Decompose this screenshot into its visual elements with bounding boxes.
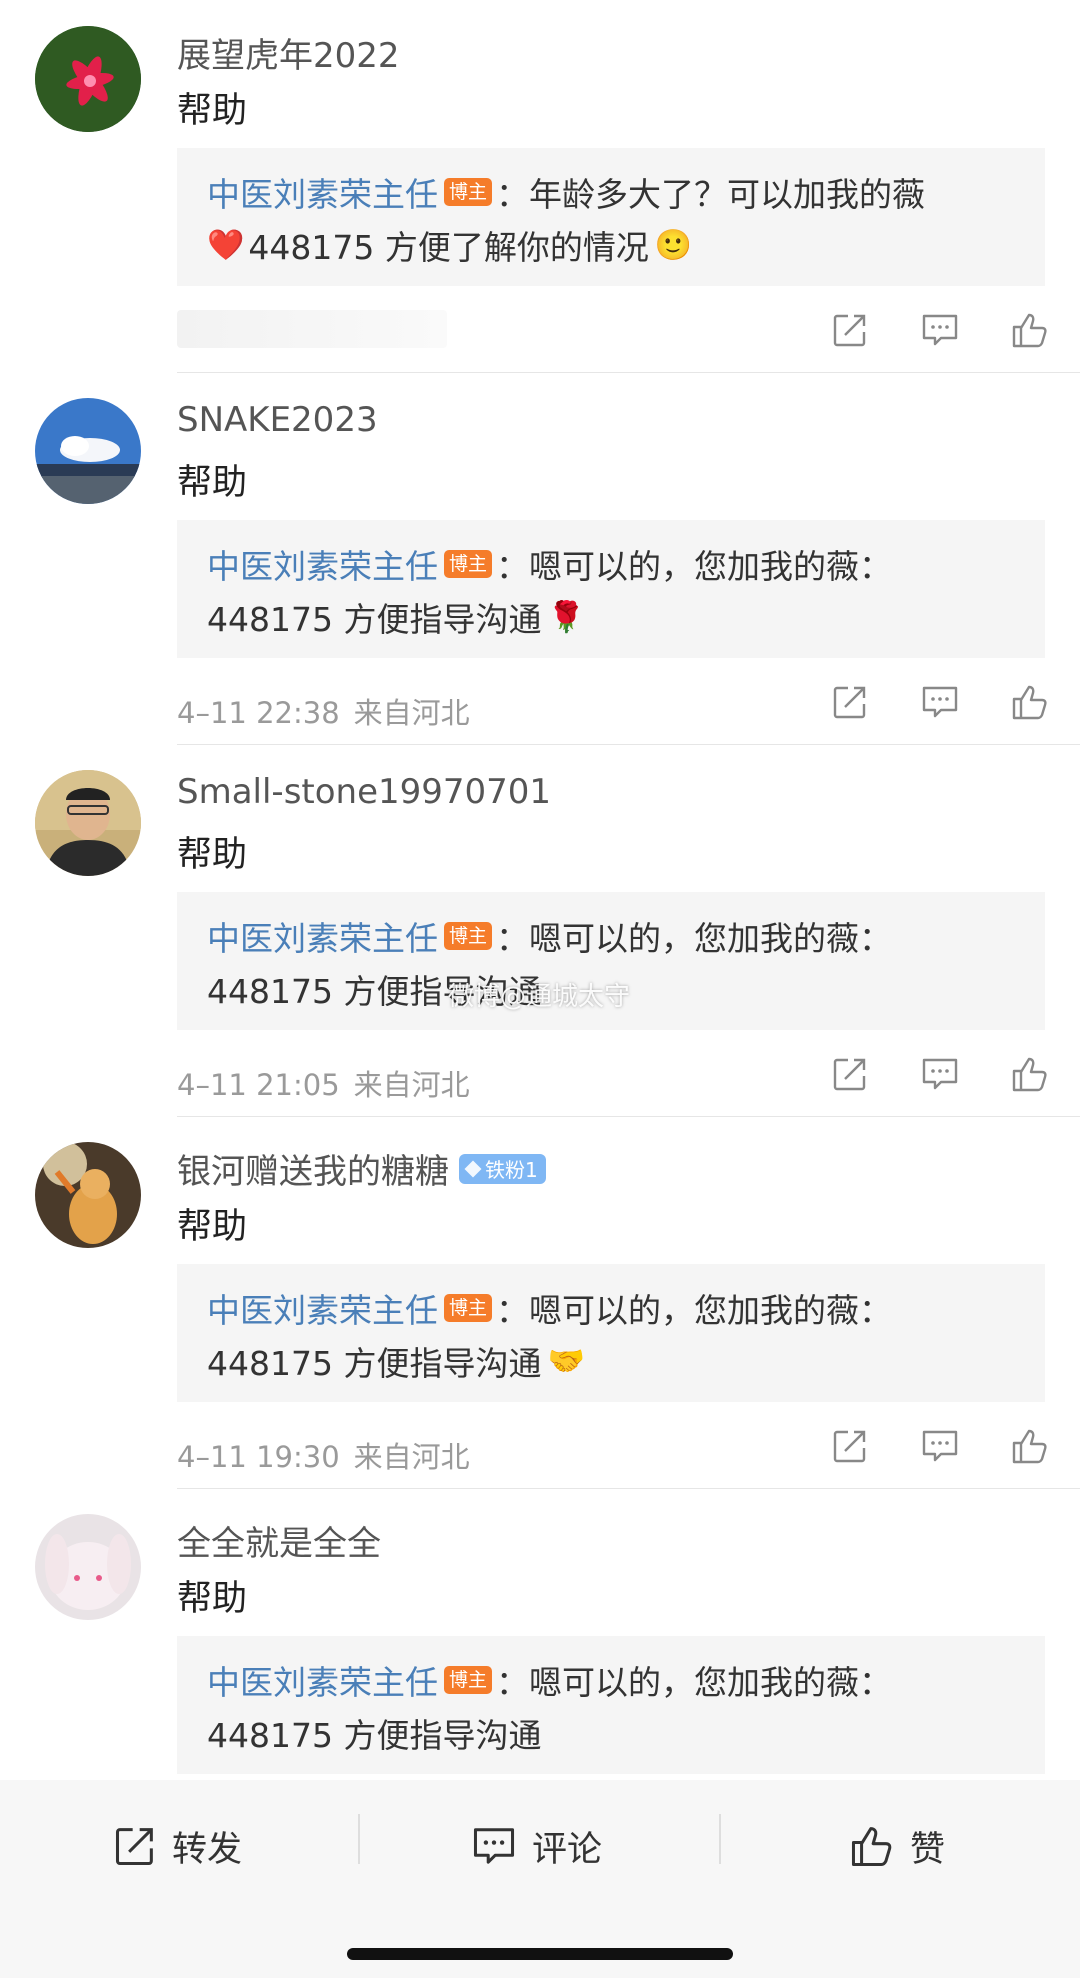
comment-text: 帮助	[177, 463, 248, 503]
comment-username[interactable]: 全全就是全全	[177, 1516, 381, 1565]
blogger-badge: 博主	[444, 550, 493, 578]
comment-actions	[830, 682, 1050, 722]
reply-line: 中医刘素荣主任 博主 ：嗯可以的，您加我的薇：	[207, 540, 892, 588]
comment-meta: 4–11 21:05 来自河北	[177, 1062, 470, 1104]
blogger-badge: 博主	[444, 178, 493, 206]
avatar[interactable]	[35, 1142, 141, 1248]
reply-line: 中医刘素荣主任 博主 ：嗯可以的，您加我的薇：	[207, 912, 892, 960]
blogger-badge: 博主	[444, 922, 493, 950]
repost-button[interactable]: 转发	[114, 1816, 242, 1876]
faded-meta	[177, 310, 447, 348]
divider	[177, 1116, 1080, 1117]
reply-text: ：年龄多大了？可以加我的薇	[496, 175, 926, 214]
reply-author[interactable]: 中医刘素荣主任	[207, 1656, 438, 1704]
avatar[interactable]	[35, 1514, 141, 1620]
reply-line: 448175 方便指导沟通 🤝	[207, 1337, 585, 1385]
repost-icon[interactable]	[830, 310, 870, 350]
comment-text: 帮助	[177, 835, 248, 875]
like-icon[interactable]	[1010, 682, 1050, 722]
reply-text: 448175 方便指导沟通	[207, 600, 542, 639]
repost-icon[interactable]	[830, 1426, 870, 1466]
author-reply[interactable]: 中医刘素荣主任 博主 ：嗯可以的，您加我的薇： 448175 方便指导沟通 🌹	[177, 520, 1045, 658]
reply-text: ：嗯可以的，您加我的薇：	[496, 919, 893, 958]
reply-text: ：嗯可以的，您加我的薇：	[496, 547, 893, 586]
reply-text: ：嗯可以的，您加我的薇：	[496, 1663, 893, 1702]
comment-meta: 4–11 19:30 来自河北	[177, 1434, 470, 1476]
comment-meta: 4–11 22:38 来自河北	[177, 690, 470, 732]
comment-icon[interactable]	[920, 1054, 960, 1094]
divider	[177, 372, 1080, 373]
comment-time: 4–11 19:30	[177, 1440, 340, 1474]
comment-icon[interactable]	[920, 310, 960, 350]
comment-username[interactable]: 展望虎年2022	[177, 28, 400, 77]
reply-line: 中医刘素荣主任 博主 ：嗯可以的，您加我的薇：	[207, 1656, 892, 1704]
avatar[interactable]	[35, 26, 141, 132]
reply-author[interactable]: 中医刘素荣主任	[207, 540, 438, 588]
comment-actions	[830, 1054, 1050, 1094]
reply-author[interactable]: 中医刘素荣主任	[207, 1284, 438, 1332]
comment-actions	[830, 1426, 1050, 1466]
divider	[358, 1814, 360, 1864]
comment-button[interactable]: 评论	[472, 1816, 602, 1876]
reply-author[interactable]: 中医刘素荣主任	[207, 168, 438, 216]
reply-line: 448175 方便指导沟通	[207, 1709, 541, 1757]
blogger-badge: 博主	[444, 1294, 493, 1322]
comment-username[interactable]: Small-stone19970701	[177, 772, 551, 812]
comment-username[interactable]: 银河赠送我的糖糖 铁粉1	[177, 1144, 546, 1193]
comment-time: 4–11 22:38	[177, 696, 340, 730]
bottom-action-bar: 转发 评论 赞	[0, 1780, 1080, 1978]
reply-text: 448175 方便指导沟通	[207, 1716, 542, 1755]
author-reply[interactable]: 中医刘素荣主任 博主 ：年龄多大了？可以加我的薇 ❤️ 448175 方便了解你…	[177, 148, 1045, 286]
divider	[177, 1488, 1080, 1489]
comment-icon	[473, 1828, 515, 1864]
reply-line: ❤️ 448175 方便了解你的情况 🙂	[207, 221, 692, 269]
reply-text: 448175 方便了解你的情况	[248, 228, 649, 267]
comment-text: 帮助	[177, 1207, 248, 1247]
comment-text: 帮助	[177, 91, 248, 131]
heart-emoji: ❤️	[207, 227, 245, 263]
divider	[719, 1814, 721, 1864]
fan-level-badge[interactable]: 铁粉1	[459, 1153, 546, 1184]
reply-text: ：嗯可以的，您加我的薇：	[496, 1291, 893, 1330]
rose-emoji: 🌹	[547, 599, 585, 635]
repost-label: 转发	[172, 1829, 243, 1870]
reply-line: 中医刘素荣主任 博主 ：年龄多大了？可以加我的薇	[207, 168, 925, 216]
author-reply[interactable]: 中医刘素荣主任 博主 ：嗯可以的，您加我的薇： 448175 方便指导沟通	[177, 1636, 1045, 1774]
handshake-emoji: 🤝	[547, 1343, 585, 1379]
comment-username[interactable]: SNAKE2023	[177, 400, 378, 440]
avatar[interactable]	[35, 770, 141, 876]
like-icon[interactable]	[1010, 1426, 1050, 1466]
comment-location: 来自河北	[353, 1068, 470, 1102]
watermark: 微博@通城太守	[448, 982, 631, 1012]
reply-author[interactable]: 中医刘素荣主任	[207, 912, 438, 960]
blogger-badge: 博主	[444, 1666, 493, 1694]
smile-emoji: 🙂	[654, 227, 693, 263]
home-indicator[interactable]	[347, 1948, 733, 1960]
author-reply[interactable]: 中医刘素荣主任 博主 ：嗯可以的，您加我的薇： 448175 方便指导沟通 🤝	[177, 1264, 1045, 1402]
comment-time: 4–11 21:05	[177, 1068, 340, 1102]
divider	[177, 744, 1080, 745]
repost-icon[interactable]	[830, 682, 870, 722]
like-icon	[851, 1827, 892, 1867]
comment-icon[interactable]	[920, 1426, 960, 1466]
repost-icon[interactable]	[830, 1054, 870, 1094]
diamond-icon	[464, 1160, 482, 1177]
comment-label: 评论	[532, 1829, 603, 1870]
comment-actions	[830, 310, 1050, 350]
comment-location: 来自河北	[353, 1440, 470, 1474]
like-label: 赞	[910, 1829, 946, 1870]
reply-text: 448175 方便指导沟通	[207, 1344, 542, 1383]
comment-text: 帮助	[177, 1579, 248, 1619]
reply-line: 中医刘素荣主任 博主 ：嗯可以的，您加我的薇：	[207, 1284, 892, 1332]
comment-icon[interactable]	[920, 682, 960, 722]
like-icon[interactable]	[1010, 1054, 1050, 1094]
like-icon[interactable]	[1010, 310, 1050, 350]
reply-line: 448175 方便指导沟通 🌹	[207, 593, 585, 641]
repost-icon	[115, 1828, 153, 1866]
comment-location: 来自河北	[353, 696, 470, 730]
avatar[interactable]	[35, 398, 141, 504]
like-button[interactable]: 赞	[850, 1816, 945, 1876]
